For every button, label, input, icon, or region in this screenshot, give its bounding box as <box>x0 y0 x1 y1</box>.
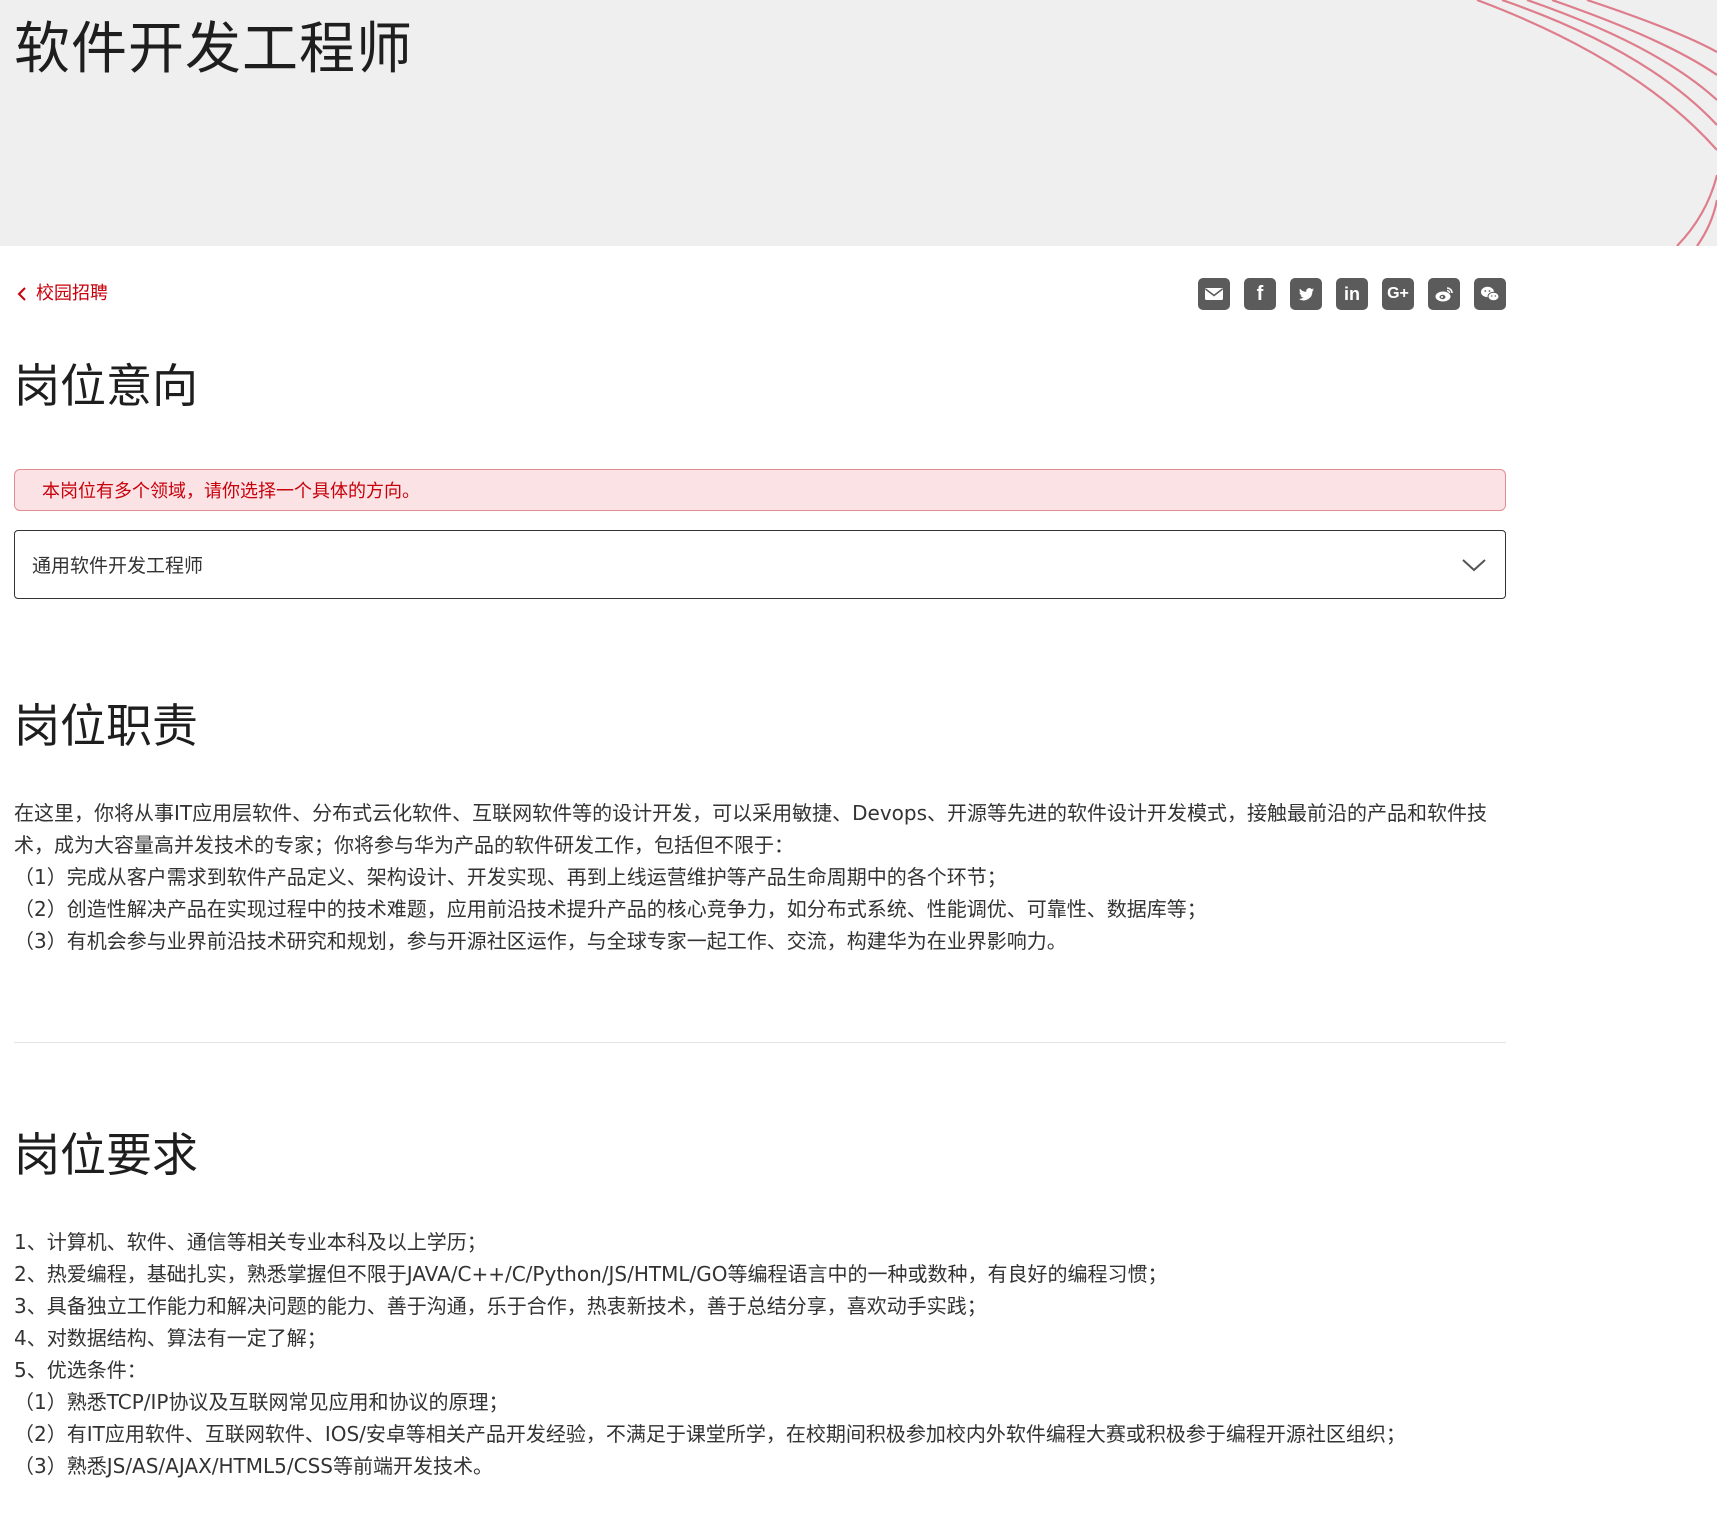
requirements-paragraph: 2、热爱编程，基础扎实，熟悉掌握但不限于JAVA/C++/C/Python/JS… <box>14 1262 1168 1286</box>
share-toolbar: f in G+ <box>1198 278 1506 310</box>
requirements-paragraph: （3）熟悉JS/AS/AJAX/HTML5/CSS等前端开发技术。 <box>14 1454 493 1478</box>
google-plus-share-button[interactable]: G+ <box>1382 278 1414 310</box>
hero-banner: 软件开发工程师 <box>0 0 1717 246</box>
facebook-share-button[interactable]: f <box>1244 278 1276 310</box>
requirements-text: 1、计算机、软件、通信等相关专业本科及以上学历； 2、热爱编程，基础扎实，熟悉掌… <box>14 1226 1514 1482</box>
requirements-paragraph: 5、优选条件： <box>14 1358 147 1382</box>
requirements-heading: 岗位要求 <box>14 1128 198 1182</box>
chevron-left-icon <box>17 287 26 301</box>
direction-select[interactable]: 通用软件开发工程师 <box>14 530 1506 599</box>
weibo-share-button[interactable] <box>1428 278 1460 310</box>
google-plus-icon: G+ <box>1387 285 1409 302</box>
email-icon <box>1205 288 1223 300</box>
duties-paragraph: （2）创造性解决产品在实现过程中的技术难题，应用前沿技术提升产品的核心竞争力，如… <box>14 897 1207 921</box>
weibo-icon <box>1435 287 1453 302</box>
duties-paragraph: 在这里，你将从事IT应用层软件、分布式云化软件、互联网软件等的设计开发，可以采用… <box>14 801 1488 857</box>
duties-paragraph: （1）完成从客户需求到软件产品定义、架构设计、开发实现、再到上线运营维护等产品生… <box>14 865 1007 889</box>
linkedin-share-button[interactable]: in <box>1336 278 1368 310</box>
wechat-share-button[interactable] <box>1474 278 1506 310</box>
email-share-button[interactable] <box>1198 278 1230 310</box>
direction-notice: 本岗位有多个领域，请你选择一个具体的方向。 <box>14 469 1506 511</box>
requirements-paragraph: 1、计算机、软件、通信等相关专业本科及以上学历； <box>14 1230 487 1254</box>
section-divider <box>14 1042 1506 1043</box>
requirements-paragraph: 4、对数据结构、算法有一定了解； <box>14 1326 327 1350</box>
back-link-label: 校园招聘 <box>36 283 108 304</box>
twitter-share-button[interactable] <box>1290 278 1322 310</box>
intent-heading: 岗位意向 <box>14 359 198 413</box>
duties-paragraph: （3）有机会参与业界前沿技术研究和规划，参与开源社区运作，与全球专家一起工作、交… <box>14 929 1067 953</box>
duties-heading: 岗位职责 <box>14 699 198 753</box>
requirements-paragraph: （1）熟悉TCP/IP协议及互联网常见应用和协议的原理； <box>14 1390 509 1414</box>
wechat-icon <box>1481 286 1500 302</box>
direction-select-value: 通用软件开发工程师 <box>32 555 204 577</box>
linkedin-icon: in <box>1344 284 1360 304</box>
duties-text: 在这里，你将从事IT应用层软件、分布式云化软件、互联网软件等的设计开发，可以采用… <box>14 797 1514 957</box>
twitter-icon <box>1298 288 1314 301</box>
requirements-paragraph: （2）有IT应用软件、互联网软件、IOS/安卓等相关产品开发经验，不满足于课堂所… <box>14 1422 1406 1446</box>
decorative-arcs <box>1476 0 1717 246</box>
chevron-down-icon <box>1462 558 1486 571</box>
page-title: 软件开发工程师 <box>14 17 413 82</box>
requirements-paragraph: 3、具备独立工作能力和解决问题的能力、善于沟通，乐于合作，热衷新技术，善于总结分… <box>14 1294 987 1318</box>
back-to-campus-link[interactable]: 校园招聘 <box>16 282 108 306</box>
notice-text: 本岗位有多个领域，请你选择一个具体的方向。 <box>42 481 420 502</box>
facebook-icon: f <box>1256 283 1264 305</box>
